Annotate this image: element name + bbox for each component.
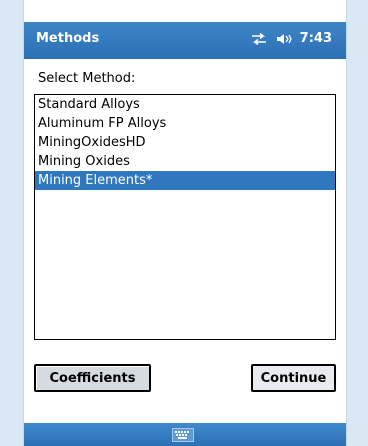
device-screen: Methods 7:43 Select Method: Standard All… [24,0,346,446]
continue-button[interactable]: Continue [251,364,336,392]
method-listbox[interactable]: Standard Alloys Aluminum FP Alloys MiningO… [34,94,336,340]
title-bar: Methods 7:43 [24,22,346,59]
speaker-icon[interactable] [276,33,292,45]
select-method-label: Select Method: [38,71,136,86]
method-list-item[interactable]: Mining Oxides [35,152,335,171]
method-list-item[interactable]: Standard Alloys [35,95,335,114]
keyboard-icon[interactable] [172,428,194,442]
clock-time[interactable]: 7:43 [300,31,332,46]
sync-icon[interactable] [250,32,268,45]
method-list-item[interactable]: Aluminum FP Alloys [35,114,335,133]
method-list-item[interactable]: MiningOxidesHD [35,133,335,152]
coefficients-button[interactable]: Coefficients [34,364,151,392]
status-area: 7:43 [250,31,332,46]
window-title: Methods [36,31,100,46]
soft-key-bar [24,423,346,446]
main-content: Select Method: Standard Alloys Aluminum F… [24,59,346,423]
method-list-item[interactable]: Mining Elements* [35,171,335,190]
